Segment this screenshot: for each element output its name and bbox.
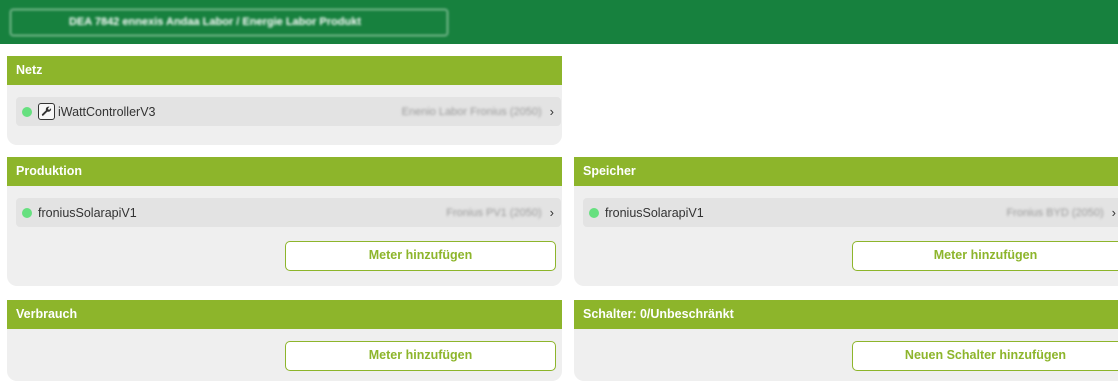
device-row-iwattcontroller[interactable]: iWattControllerV3 Enenio Labor Fronius (… — [16, 97, 561, 126]
card-header-produktion: Produktion — [7, 157, 562, 186]
chevron-right-icon[interactable]: › — [550, 205, 554, 220]
chevron-right-icon[interactable]: › — [1112, 205, 1116, 220]
card-verbrauch: Verbrauch Meter hinzufügen — [7, 300, 562, 381]
card-header-netz: Netz — [7, 56, 562, 85]
device-location: Fronius BYD (2050) — [1006, 206, 1104, 219]
device-row-fronius-produktion[interactable]: froniusSolarapiV1 Fronius PV1 (2050) › — [16, 198, 561, 227]
card-speicher: Speicher froniusSolarapiV1 Fronius BYD (… — [574, 157, 1118, 286]
device-name: froniusSolarapiV1 — [605, 205, 704, 220]
card-header-speicher: Speicher — [574, 157, 1118, 186]
status-online-icon — [22, 207, 32, 218]
add-meter-button-produktion[interactable]: Meter hinzufügen — [285, 241, 556, 271]
card-schalter: Schalter: 0/Unbeschränkt Neuen Schalter … — [574, 300, 1118, 381]
chevron-right-icon[interactable]: › — [550, 104, 554, 119]
add-meter-button-verbrauch[interactable]: Meter hinzufügen — [285, 341, 556, 371]
card-netz: Netz iWattControllerV3 Enenio Labor Fron… — [7, 56, 562, 145]
card-header-schalter: Schalter: 0/Unbeschränkt — [574, 300, 1118, 329]
device-name: iWattControllerV3 — [58, 104, 156, 119]
status-online-icon — [22, 106, 32, 117]
top-bar: DEA 7842 ennexis Andaa Labor / Energie L… — [0, 0, 1118, 44]
site-selector[interactable]: DEA 7842 ennexis Andaa Labor / Energie L… — [10, 9, 448, 36]
device-row-fronius-speicher[interactable]: froniusSolarapiV1 Fronius BYD (2050) › — [583, 198, 1118, 227]
device-location: Enenio Labor Fronius (2050) — [401, 105, 542, 118]
wrench-icon[interactable] — [38, 103, 55, 120]
add-switch-button[interactable]: Neuen Schalter hinzufügen — [852, 341, 1118, 371]
add-meter-button-speicher[interactable]: Meter hinzufügen — [852, 241, 1118, 271]
card-produktion: Produktion froniusSolarapiV1 Fronius PV1… — [7, 157, 562, 286]
device-location: Fronius PV1 (2050) — [446, 206, 542, 219]
device-name: froniusSolarapiV1 — [38, 205, 137, 220]
card-header-verbrauch: Verbrauch — [7, 300, 562, 329]
status-online-icon — [589, 207, 599, 218]
